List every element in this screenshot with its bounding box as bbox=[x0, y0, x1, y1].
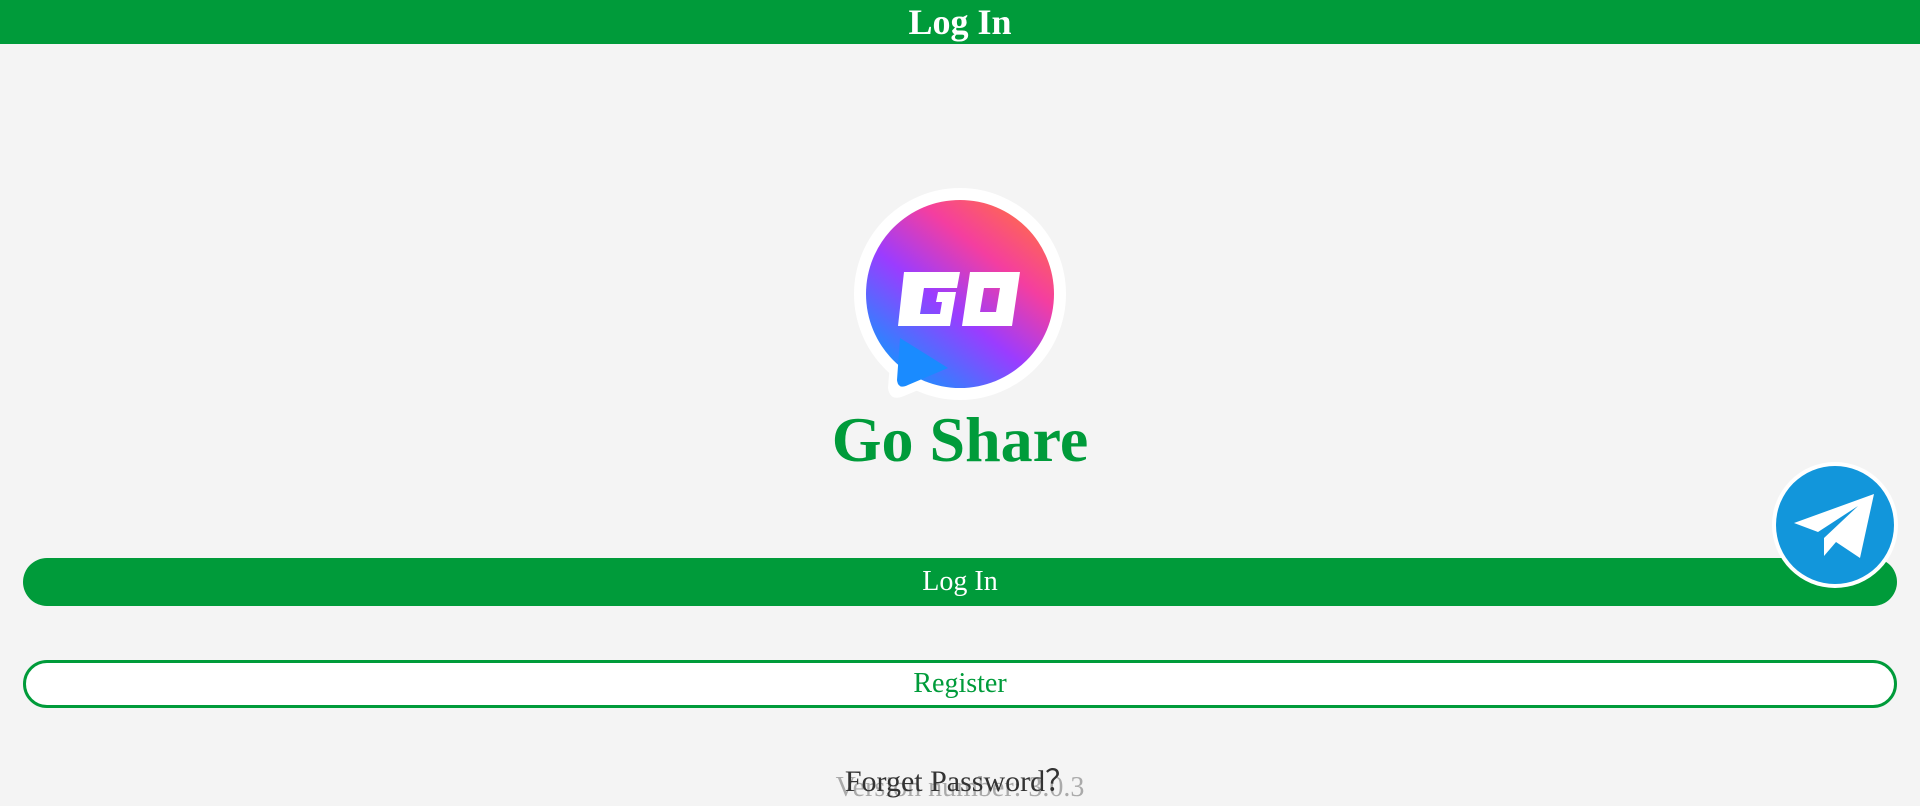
register-button[interactable]: Register bbox=[23, 660, 1897, 708]
page-title: Log In bbox=[908, 2, 1012, 42]
header-bar: Log In bbox=[0, 0, 1920, 44]
go-share-logo-icon bbox=[854, 188, 1066, 400]
forget-password-link[interactable]: Forget Password？ bbox=[0, 762, 1920, 802]
telegram-button[interactable] bbox=[1772, 462, 1898, 588]
login-button[interactable]: Log In bbox=[23, 558, 1897, 606]
login-button-label: Log In bbox=[922, 566, 998, 597]
app-logo bbox=[852, 188, 1068, 404]
telegram-icon bbox=[1772, 462, 1898, 588]
app-name: Go Share bbox=[831, 404, 1089, 475]
register-button-label: Register bbox=[913, 668, 1007, 699]
